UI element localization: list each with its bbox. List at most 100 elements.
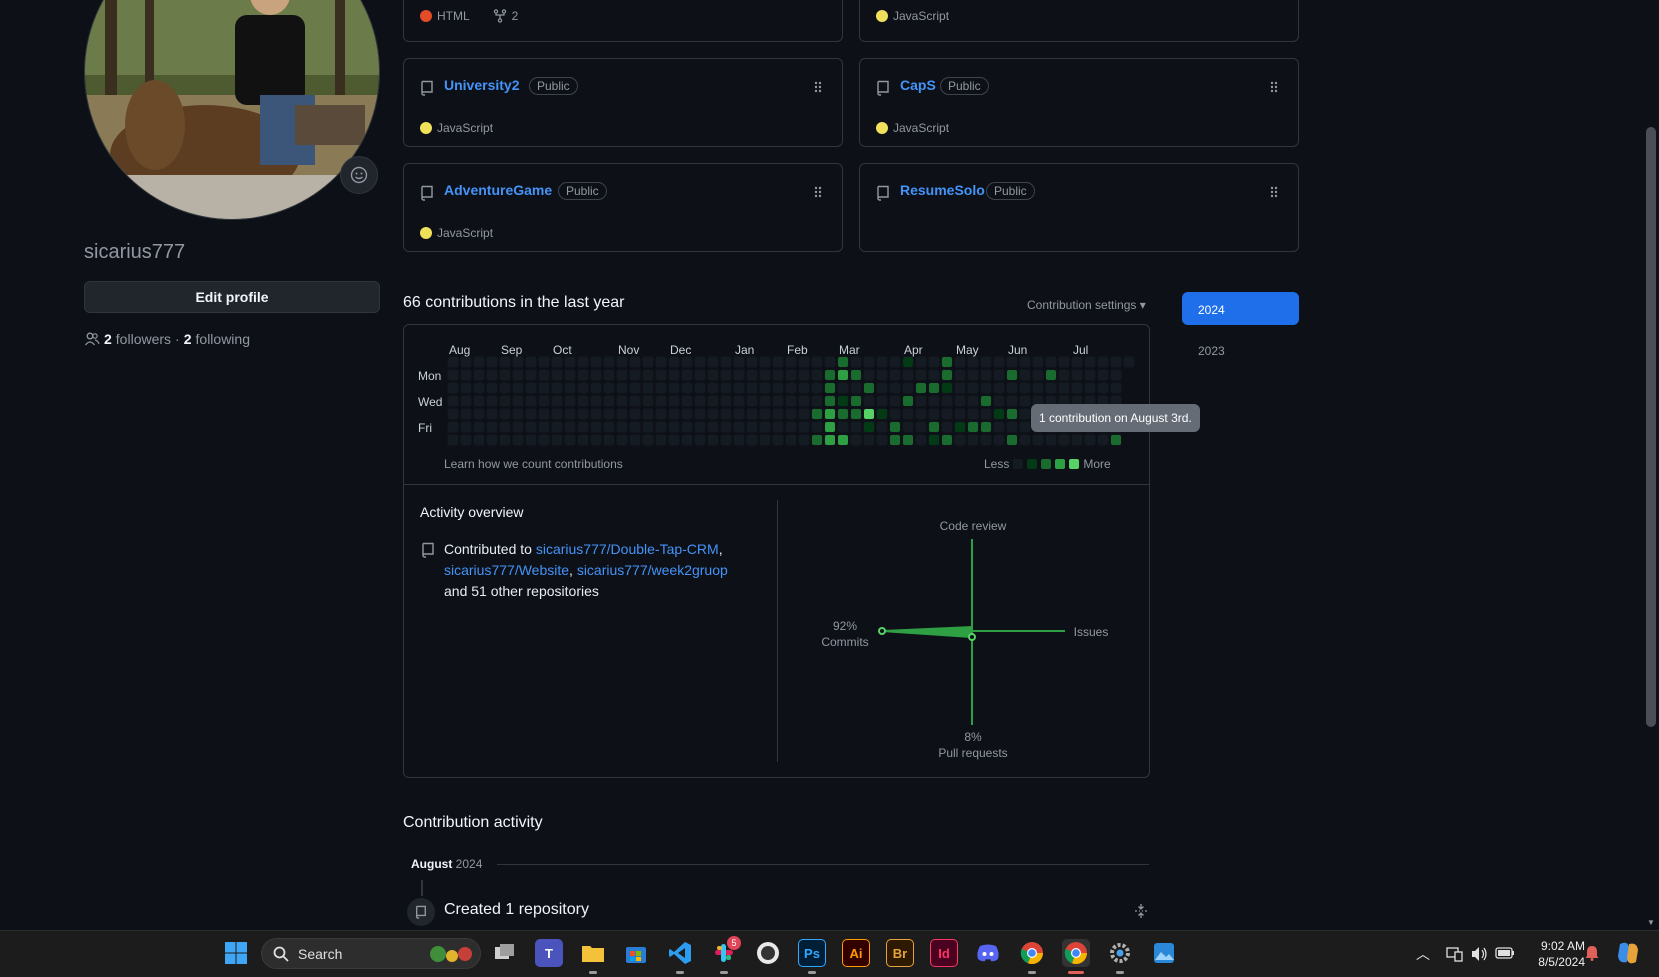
- contribution-day-cell[interactable]: [565, 409, 575, 419]
- contribution-day-cell[interactable]: [916, 396, 926, 406]
- contribution-day-cell[interactable]: [968, 409, 978, 419]
- contribution-day-cell[interactable]: [708, 383, 718, 393]
- contribution-day-cell[interactable]: [695, 370, 705, 380]
- repo-link-double-tap-crm[interactable]: sicarius777/Double-Tap-CRM: [536, 541, 719, 557]
- contribution-day-cell[interactable]: [799, 409, 809, 419]
- contribution-day-cell[interactable]: [630, 409, 640, 419]
- contribution-day-cell[interactable]: [643, 422, 653, 432]
- contribution-day-cell[interactable]: [604, 383, 614, 393]
- contribution-day-cell[interactable]: [968, 435, 978, 445]
- contribution-day-cell[interactable]: [760, 422, 770, 432]
- drag-handle-icon[interactable]: [814, 186, 822, 198]
- contribution-day-cell[interactable]: [1033, 383, 1043, 393]
- contribution-day-cell[interactable]: [500, 422, 510, 432]
- contribution-day-cell[interactable]: [955, 357, 965, 367]
- illustrator-icon[interactable]: Ai: [842, 939, 870, 967]
- contribution-day-cell[interactable]: [903, 435, 913, 445]
- contribution-day-cell[interactable]: [474, 409, 484, 419]
- contribution-day-cell[interactable]: [877, 370, 887, 380]
- contribution-day-cell[interactable]: [799, 435, 809, 445]
- contribution-day-cell[interactable]: [981, 357, 991, 367]
- contribution-day-cell[interactable]: [890, 435, 900, 445]
- repo-link-week2gruop[interactable]: sicarius777/week2gruop: [577, 562, 728, 578]
- contribution-day-cell[interactable]: [708, 422, 718, 432]
- drag-handle-icon[interactable]: [1270, 186, 1278, 198]
- contribution-day-cell[interactable]: [838, 370, 848, 380]
- contribution-day-cell[interactable]: [643, 409, 653, 419]
- repo-name-link[interactable]: ResumeSolo: [900, 182, 985, 198]
- contribution-day-cell[interactable]: [500, 435, 510, 445]
- contribution-day-cell[interactable]: [1046, 435, 1056, 445]
- contribution-day-cell[interactable]: [552, 422, 562, 432]
- contribution-day-cell[interactable]: [1033, 370, 1043, 380]
- contribution-day-cell[interactable]: [903, 370, 913, 380]
- contribution-day-cell[interactable]: [877, 409, 887, 419]
- contribution-day-cell[interactable]: [1020, 435, 1030, 445]
- contribution-day-cell[interactable]: [708, 357, 718, 367]
- following-link[interactable]: following: [196, 331, 250, 347]
- contribution-day-cell[interactable]: [1085, 370, 1095, 380]
- contribution-day-cell[interactable]: [773, 422, 783, 432]
- contribution-day-cell[interactable]: [1020, 370, 1030, 380]
- contribution-day-cell[interactable]: [929, 409, 939, 419]
- contribution-day-cell[interactable]: [734, 383, 744, 393]
- contribution-day-cell[interactable]: [500, 396, 510, 406]
- contribution-day-cell[interactable]: [656, 383, 666, 393]
- contribution-day-cell[interactable]: [916, 409, 926, 419]
- contribution-day-cell[interactable]: [942, 383, 952, 393]
- repo-link-website[interactable]: sicarius777/Website: [444, 562, 569, 578]
- contribution-day-cell[interactable]: [682, 422, 692, 432]
- contribution-day-cell[interactable]: [734, 409, 744, 419]
- contribution-day-cell[interactable]: [708, 409, 718, 419]
- created-repository-summary[interactable]: Created 1 repository: [444, 901, 589, 919]
- contribution-day-cell[interactable]: [864, 383, 874, 393]
- contribution-day-cell[interactable]: [773, 396, 783, 406]
- contribution-day-cell[interactable]: [786, 370, 796, 380]
- drag-handle-icon[interactable]: [814, 81, 822, 93]
- contribution-day-cell[interactable]: [643, 396, 653, 406]
- contribution-day-cell[interactable]: [812, 370, 822, 380]
- contribution-day-cell[interactable]: [695, 383, 705, 393]
- contribution-day-cell[interactable]: [539, 422, 549, 432]
- contribution-day-cell[interactable]: [916, 422, 926, 432]
- contribution-day-cell[interactable]: [591, 422, 601, 432]
- contribution-day-cell[interactable]: [669, 383, 679, 393]
- contribution-day-cell[interactable]: [812, 396, 822, 406]
- contribution-day-cell[interactable]: [942, 422, 952, 432]
- contribution-day-cell[interactable]: [578, 383, 588, 393]
- contribution-day-cell[interactable]: [994, 435, 1004, 445]
- contribution-day-cell[interactable]: [578, 357, 588, 367]
- contribution-day-cell[interactable]: [955, 396, 965, 406]
- contribution-day-cell[interactable]: [552, 396, 562, 406]
- contribution-day-cell[interactable]: [617, 396, 627, 406]
- contribution-day-cell[interactable]: [838, 383, 848, 393]
- following-count[interactable]: 2: [184, 331, 192, 347]
- contribution-day-cell[interactable]: [617, 357, 627, 367]
- contribution-day-cell[interactable]: [1020, 409, 1030, 419]
- contribution-day-cell[interactable]: [968, 383, 978, 393]
- contribution-day-cell[interactable]: [903, 422, 913, 432]
- photoshop-icon[interactable]: Ps: [798, 939, 826, 967]
- contribution-day-cell[interactable]: [695, 422, 705, 432]
- contribution-day-cell[interactable]: [578, 435, 588, 445]
- contribution-day-cell[interactable]: [500, 383, 510, 393]
- contribution-day-cell[interactable]: [669, 409, 679, 419]
- contribution-day-cell[interactable]: [890, 370, 900, 380]
- contribution-day-cell[interactable]: [864, 396, 874, 406]
- contribution-day-cell[interactable]: [630, 357, 640, 367]
- contribution-day-cell[interactable]: [1098, 383, 1108, 393]
- contribution-day-cell[interactable]: [981, 383, 991, 393]
- contribution-day-cell[interactable]: [461, 357, 471, 367]
- drag-handle-icon[interactable]: [1270, 81, 1278, 93]
- contribution-day-cell[interactable]: [604, 370, 614, 380]
- contribution-day-cell[interactable]: [526, 357, 536, 367]
- contribution-day-cell[interactable]: [474, 357, 484, 367]
- contribution-day-cell[interactable]: [1059, 357, 1069, 367]
- contribution-day-cell[interactable]: [682, 435, 692, 445]
- contribution-day-cell[interactable]: [721, 396, 731, 406]
- contribution-day-cell[interactable]: [721, 357, 731, 367]
- contribution-day-cell[interactable]: [513, 435, 523, 445]
- contribution-day-cell[interactable]: [955, 435, 965, 445]
- contribution-day-cell[interactable]: [539, 370, 549, 380]
- contribution-day-cell[interactable]: [617, 435, 627, 445]
